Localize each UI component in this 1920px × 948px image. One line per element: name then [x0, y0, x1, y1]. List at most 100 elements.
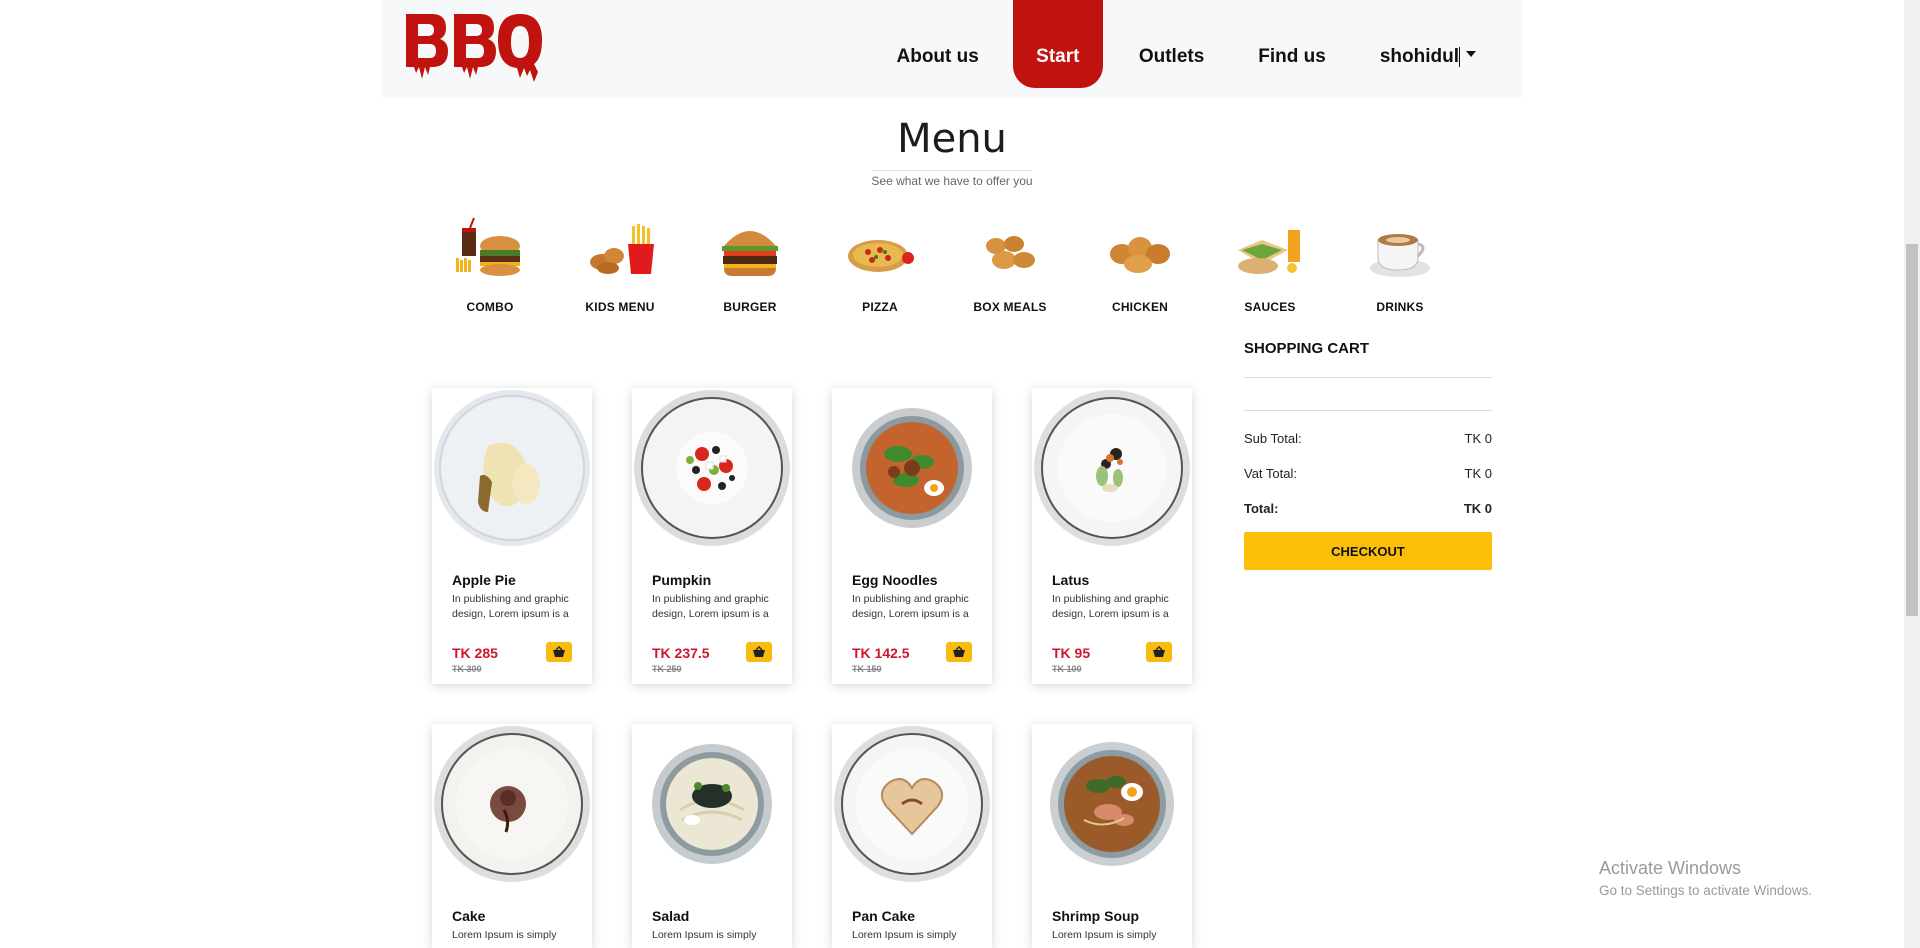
product-card[interactable]: Salad Lorem Ipsum is simply	[632, 724, 792, 948]
product-name: Egg Noodles	[852, 572, 938, 588]
product-card[interactable]: Latus In publishing and graphic design, …	[1032, 388, 1192, 684]
product-name: Shrimp Soup	[1052, 908, 1140, 924]
category-sauces[interactable]: SAUCES	[1205, 216, 1335, 314]
product-card[interactable]: Apple Pie In publishing and graphic desi…	[432, 388, 592, 684]
product-description: Lorem Ipsum is simply	[1052, 929, 1157, 941]
burger-icon	[710, 216, 790, 286]
text-cursor	[1459, 47, 1460, 67]
main-nav: About us Start Outlets Find us shohidul	[877, 0, 1523, 98]
product-old-price: TK 300	[452, 664, 482, 674]
product-price: TK 95	[1052, 645, 1091, 661]
user-name: shohidul	[1379, 46, 1459, 67]
food-image	[432, 724, 592, 884]
vat-label: Vat Total:	[1244, 466, 1297, 481]
page-title: Menu	[897, 116, 1007, 162]
food-image	[632, 724, 792, 884]
category-combo[interactable]: COMBO	[425, 216, 555, 314]
drinks-icon	[1360, 216, 1440, 286]
product-old-price: TK 150	[852, 664, 882, 674]
category-label: SAUCES	[1244, 300, 1296, 314]
product-old-price: TK 100	[1052, 664, 1082, 674]
subtotal-value: TK 0	[1464, 431, 1492, 446]
add-to-cart-button[interactable]	[946, 642, 972, 662]
product-name: Latus	[1052, 572, 1090, 588]
food-image	[432, 388, 592, 548]
product-card[interactable]: Shrimp Soup Lorem Ipsum is simply	[1032, 724, 1192, 948]
product-description: Lorem Ipsum is simply	[452, 929, 557, 941]
nav-outlets[interactable]: Outlets	[1119, 0, 1224, 88]
nav-about-us[interactable]: About us	[877, 0, 999, 88]
nav-start-label: Start	[1036, 46, 1080, 67]
user-menu-dropdown[interactable]: shohidul	[1360, 0, 1522, 88]
shopping-cart-panel: SHOPPING CART Sub Total: TK 0 Vat Total:…	[1244, 340, 1492, 570]
bbq-logo[interactable]	[402, 8, 547, 84]
page-scrollbar[interactable]	[1904, 0, 1920, 948]
basket-icon	[553, 646, 565, 657]
product-card[interactable]: Cake Lorem Ipsum is simply	[432, 724, 592, 948]
nav-about-label: About us	[896, 46, 979, 67]
product-card[interactable]: Pan Cake Lorem Ipsum is simply	[832, 724, 992, 948]
caret-down-icon	[1466, 51, 1476, 57]
food-image	[1032, 388, 1192, 548]
add-to-cart-button[interactable]	[546, 642, 572, 662]
food-image	[832, 724, 992, 884]
product-description: In publishing and graphic design, Lorem …	[652, 593, 769, 620]
cart-title: SHOPPING CART	[1244, 340, 1492, 378]
product-price: TK 237.5	[652, 645, 710, 661]
nav-find-label: Find us	[1258, 46, 1326, 67]
category-box-meals[interactable]: BOX MEALS	[945, 216, 1075, 314]
nav-find-us[interactable]: Find us	[1238, 0, 1346, 88]
watermark-title: Activate Windows	[1599, 858, 1742, 878]
category-label: DRINKS	[1376, 300, 1424, 314]
category-drinks[interactable]: DRINKS	[1335, 216, 1465, 314]
cart-divider	[1244, 410, 1492, 411]
chicken-icon	[1100, 216, 1180, 286]
category-label: KIDS MENU	[585, 300, 655, 314]
category-label: PIZZA	[862, 300, 898, 314]
scrollbar-thumb[interactable]	[1906, 244, 1918, 616]
add-to-cart-button[interactable]	[746, 642, 772, 662]
site-header: About us Start Outlets Find us shohidul	[382, 0, 1522, 98]
kids-menu-icon	[580, 216, 660, 286]
product-description: Lorem Ipsum is simply	[652, 929, 757, 941]
product-name: Salad	[652, 908, 690, 924]
product-description: In publishing and graphic design, Lorem …	[1052, 593, 1169, 620]
sauces-icon	[1230, 216, 1310, 286]
basket-icon	[953, 646, 965, 657]
product-old-price: TK 250	[652, 664, 682, 674]
category-label: CHICKEN	[1111, 300, 1169, 314]
windows-activation-watermark: Activate Windows Go to Settings to activ…	[1599, 858, 1812, 898]
basket-icon	[1153, 646, 1165, 657]
food-image	[832, 388, 992, 548]
page-subtitle: See what we have to offer you	[871, 174, 1033, 188]
vat-row: Vat Total: TK 0	[1244, 466, 1492, 481]
vat-value: TK 0	[1464, 466, 1492, 481]
nav-outlets-label: Outlets	[1138, 46, 1205, 67]
category-burger[interactable]: BURGER	[685, 216, 815, 314]
category-pizza[interactable]: PIZZA	[815, 216, 945, 314]
category-label: BURGER	[723, 300, 777, 314]
product-name: Cake	[452, 908, 486, 924]
product-card[interactable]: Egg Noodles In publishing and graphic de…	[832, 388, 992, 684]
total-value: TK 0	[1463, 501, 1492, 516]
product-price: TK 142.5	[852, 645, 910, 661]
add-to-cart-button[interactable]	[1146, 642, 1172, 662]
category-chicken[interactable]: CHICKEN	[1075, 216, 1205, 314]
basket-icon	[753, 646, 765, 657]
box-meals-icon	[970, 216, 1050, 286]
category-label: BOX MEALS	[973, 300, 1047, 314]
total-label: Total:	[1244, 501, 1279, 516]
category-kids-menu[interactable]: KIDS MENU	[555, 216, 685, 314]
product-price: TK 285	[452, 645, 498, 661]
product-name: Pan Cake	[852, 908, 916, 924]
product-card[interactable]: Pumpkin In publishing and graphic design…	[632, 388, 792, 684]
category-label: COMBO	[466, 300, 514, 314]
food-image	[632, 388, 792, 548]
title-divider	[872, 170, 1032, 171]
food-image	[1032, 724, 1192, 884]
pizza-icon	[840, 216, 920, 286]
checkout-button[interactable]: CHECKOUT	[1244, 532, 1492, 570]
watermark-subtitle: Go to Settings to activate Windows.	[1599, 883, 1813, 898]
nav-start[interactable]: Start	[1012, 0, 1103, 88]
combo-icon	[450, 216, 530, 286]
